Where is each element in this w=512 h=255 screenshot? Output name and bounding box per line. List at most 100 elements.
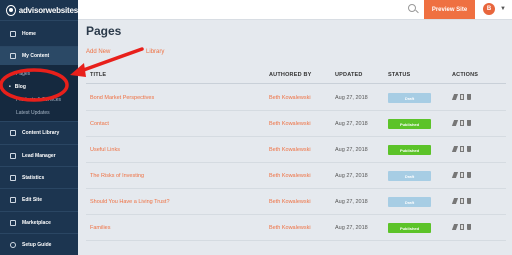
home-icon: [10, 30, 16, 37]
sidebar-item-marketplace[interactable]: Marketplace: [0, 211, 78, 233]
table-row: Families Beth Kowalewski Aug 27, 2018 Pu…: [86, 215, 506, 241]
content-icon: [10, 53, 16, 59]
copy-icon[interactable]: [460, 224, 464, 230]
edit-icon: [10, 197, 16, 203]
page-title: Pages: [86, 24, 122, 38]
table-row: Contact Beth Kowalewski Aug 27, 2018 Pub…: [86, 111, 506, 137]
row-actions: [451, 172, 471, 178]
edit-icon[interactable]: [451, 198, 459, 204]
library-link[interactable]: Library: [146, 49, 164, 55]
subnav-label: Products & Services: [16, 96, 62, 103]
row-updated: Aug 27, 2018: [335, 95, 368, 101]
row-updated: Aug 27, 2018: [335, 147, 368, 153]
trash-icon[interactable]: [467, 94, 471, 100]
sidebar-item-setup-guide[interactable]: Setup Guide: [0, 233, 78, 255]
trash-icon[interactable]: [467, 172, 471, 178]
row-author[interactable]: Beth Kowalewski: [269, 199, 311, 205]
status-badge: Published: [388, 223, 431, 233]
search-icon[interactable]: [408, 4, 416, 12]
logo-icon: [6, 4, 16, 16]
copy-icon[interactable]: [460, 94, 464, 100]
column-header-status[interactable]: STATUS: [388, 72, 410, 78]
column-header-updated[interactable]: UPDATED: [335, 72, 363, 78]
column-header-title[interactable]: TITLE: [90, 72, 106, 78]
preview-site-button[interactable]: Preview Site: [424, 0, 475, 19]
sidebar-item-statistics[interactable]: Statistics: [0, 166, 78, 188]
logo[interactable]: advisorwebsites: [0, 0, 78, 20]
sidebar-item-edit-site[interactable]: Edit Site: [0, 188, 78, 211]
subnav-label: Latest Updates: [16, 109, 50, 116]
row-author[interactable]: Beth Kowalewski: [269, 225, 311, 231]
row-updated: Aug 27, 2018: [335, 199, 368, 205]
subnav-item-blog[interactable]: Blog: [0, 80, 78, 93]
edit-icon[interactable]: [451, 172, 459, 178]
status-badge: Published: [388, 145, 431, 155]
sidebar-item-label: Marketplace: [22, 219, 51, 226]
trash-icon[interactable]: [467, 120, 471, 126]
copy-icon[interactable]: [460, 198, 464, 204]
subnav-item-products-services[interactable]: Products & Services: [0, 93, 78, 106]
row-actions: [451, 120, 471, 126]
row-author[interactable]: Beth Kowalewski: [269, 173, 311, 179]
avatar[interactable]: B: [483, 3, 495, 15]
statistics-icon: [10, 174, 16, 181]
sidebar-item-home[interactable]: Home: [0, 20, 78, 46]
sidebar-subnav: Pages Blog Products & Services Latest Up…: [0, 65, 78, 121]
copy-icon[interactable]: [460, 120, 464, 126]
trash-icon[interactable]: [467, 224, 471, 230]
logo-text: advisorwebsites: [18, 5, 78, 15]
chevron-down-icon[interactable]: ▼: [500, 6, 506, 12]
table-row: Should You Have a Living Trust? Beth Kow…: [86, 189, 506, 215]
sidebar-item-my-content[interactable]: My Content: [0, 46, 78, 65]
copy-icon[interactable]: [460, 146, 464, 152]
sidebar-item-label: Home: [22, 30, 36, 37]
trash-icon[interactable]: [467, 198, 471, 204]
sidebar-item-lead-manager[interactable]: Lead Manager: [0, 144, 78, 166]
row-title-link[interactable]: Should You Have a Living Trust?: [90, 199, 170, 205]
table-row: The Risks of Investing Beth Kowalewski A…: [86, 163, 506, 189]
subnav-item-pages[interactable]: Pages: [0, 67, 78, 80]
add-new-link[interactable]: Add New: [86, 49, 110, 55]
status-badge: Draft: [388, 171, 431, 181]
edit-icon[interactable]: [451, 94, 459, 100]
edit-icon[interactable]: [451, 120, 459, 126]
row-author[interactable]: Beth Kowalewski: [269, 147, 311, 153]
status-badge: Draft: [388, 197, 431, 207]
page-actions: Add New Library: [86, 49, 168, 55]
row-actions: [451, 224, 471, 230]
edit-icon[interactable]: [451, 146, 459, 152]
row-actions: [451, 146, 471, 152]
sidebar-item-content-library[interactable]: Content Library: [0, 121, 78, 144]
column-header-author[interactable]: AUTHORED BY: [269, 72, 312, 78]
row-author[interactable]: Beth Kowalewski: [269, 95, 311, 101]
row-actions: [451, 198, 471, 204]
row-title-link[interactable]: Families: [90, 225, 110, 231]
status-badge: Published: [388, 119, 431, 129]
table-row: Useful Links Beth Kowalewski Aug 27, 201…: [86, 137, 506, 163]
sidebar-item-label: Lead Manager: [22, 152, 56, 159]
row-updated: Aug 27, 2018: [335, 121, 368, 127]
sidebar-item-label: Statistics: [22, 174, 45, 181]
row-updated: Aug 27, 2018: [335, 173, 368, 179]
sidebar-item-label: Content Library: [22, 130, 60, 136]
edit-icon[interactable]: [451, 224, 459, 230]
sidebar-item-label: Setup Guide: [22, 241, 52, 248]
row-title-link[interactable]: Contact: [90, 121, 109, 127]
lead-icon: [10, 152, 16, 159]
sidebar: advisorwebsites Home My Content Pages Bl…: [0, 0, 78, 255]
table-row: Bond Market Perspectives Beth Kowalewski…: [86, 85, 506, 111]
row-author[interactable]: Beth Kowalewski: [269, 121, 311, 127]
subnav-item-latest-updates[interactable]: Latest Updates: [0, 106, 78, 119]
copy-icon[interactable]: [460, 172, 464, 178]
grid-icon: [10, 219, 16, 226]
status-badge: Draft: [388, 93, 431, 103]
row-title-link[interactable]: Bond Market Perspectives: [90, 95, 154, 101]
row-updated: Aug 27, 2018: [335, 225, 368, 231]
row-title-link[interactable]: The Risks of Investing: [90, 173, 144, 179]
trash-icon[interactable]: [467, 146, 471, 152]
sidebar-item-label: Edit Site: [22, 197, 43, 203]
column-header-actions: ACTIONS: [452, 72, 479, 78]
header-divider: [86, 83, 506, 84]
row-title-link[interactable]: Useful Links: [90, 147, 120, 153]
sidebar-item-label: My Content: [22, 53, 50, 59]
